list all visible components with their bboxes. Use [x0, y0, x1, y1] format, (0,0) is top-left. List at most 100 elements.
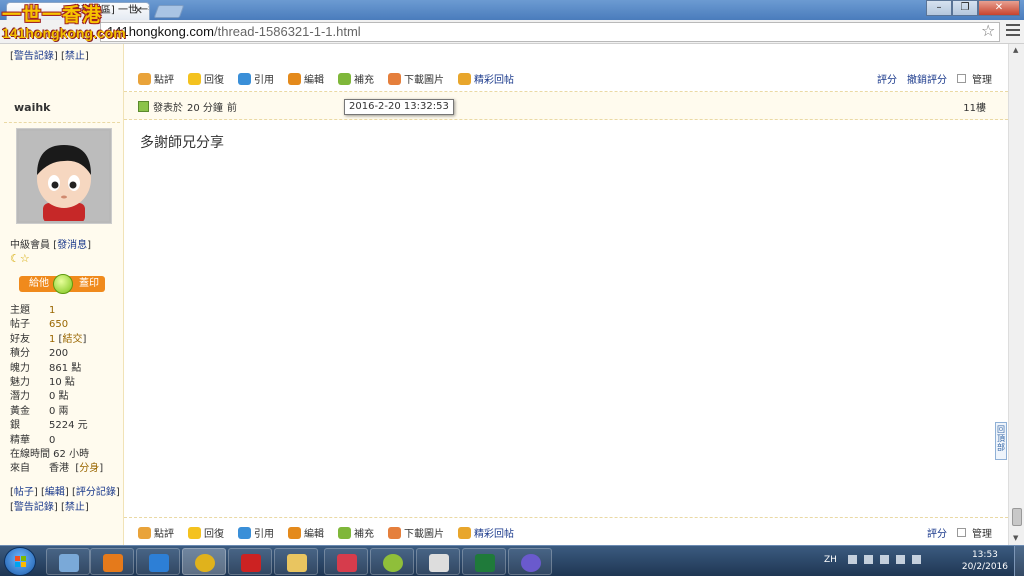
calculator-icon — [429, 554, 449, 572]
action-download-image[interactable]: 下載圖片 — [388, 525, 444, 540]
stat-value-link[interactable]: 1 — [49, 304, 55, 318]
taskbar-pulse-monitor-button[interactable] — [228, 548, 272, 575]
taskbar-calculator-button[interactable] — [416, 548, 460, 575]
close-window-button[interactable]: ✕ — [978, 0, 1020, 16]
rate-icon — [138, 526, 151, 539]
stat-value-link[interactable]: 1 — [49, 333, 55, 347]
tab-close-icon[interactable]: ✕ — [134, 3, 143, 19]
taskbar-color-wheel-button[interactable] — [370, 548, 414, 575]
posted-suffix: 前 — [226, 103, 237, 114]
new-tab-button[interactable] — [153, 5, 185, 18]
supplement-icon — [338, 526, 351, 539]
input-language[interactable]: ZH — [824, 555, 837, 565]
rate-log-link[interactable]: 評分記錄 — [76, 487, 116, 498]
taskbar-disc-player-button[interactable] — [508, 548, 552, 575]
manage-checkbox[interactable] — [957, 74, 966, 83]
minimize-button[interactable]: – — [926, 0, 952, 16]
add-friend-link[interactable]: 結交 — [62, 333, 82, 347]
site-logo[interactable]: 一世一香港 141hongkong.com — [2, 0, 126, 44]
taskbar-media-player-button[interactable] — [90, 548, 134, 575]
action-download-image[interactable]: 下載圖片 — [388, 71, 444, 86]
start-button[interactable] — [4, 547, 36, 576]
browser-menu-icon[interactable] — [1006, 24, 1020, 38]
action-highlight-reply[interactable]: 精彩回帖 — [458, 525, 514, 540]
floor-number[interactable]: 11樓 — [963, 99, 986, 114]
action-rate[interactable]: 點評 — [138, 71, 174, 86]
rate-link[interactable]: 評分 — [877, 71, 897, 86]
stat-row: 帖子 650 — [10, 318, 103, 332]
action-list: 點評 回復 引用 編輯 補充 下載圖片 精彩回帖 — [138, 71, 514, 86]
taskbar-excel-button[interactable] — [462, 548, 506, 575]
taskbar-file-explorer-button[interactable] — [274, 548, 318, 575]
stat-row: 魅力 10 點 — [10, 376, 103, 390]
stat-key: 好友 — [10, 333, 30, 345]
show-hidden-icon[interactable] — [848, 555, 857, 564]
stat-value-link[interactable]: 650 — [49, 318, 68, 332]
previous-user-links: [警告記錄] [禁止] — [10, 51, 89, 62]
file-explorer-icon — [287, 554, 307, 572]
back-to-top-button[interactable]: 回頂部 — [995, 422, 1007, 460]
action-quote[interactable]: 引用 — [238, 525, 274, 540]
scroll-down-icon[interactable]: ▼ — [1013, 534, 1018, 542]
network-icon[interactable] — [880, 555, 889, 564]
stat-value: 861 點 — [49, 362, 82, 374]
restore-button[interactable]: ❐ — [952, 0, 978, 16]
action-highlight-reply[interactable]: 精彩回帖 — [458, 71, 514, 86]
warn-log-link[interactable]: 警告記錄 — [14, 502, 54, 513]
manage-label: 管理 — [972, 529, 992, 540]
ban-link[interactable]: 禁止 — [65, 502, 85, 513]
stat-value: 0 點 — [49, 391, 69, 403]
action-quote[interactable]: 引用 — [238, 71, 274, 86]
rate-link[interactable]: 評分 — [927, 525, 947, 540]
action-supplement[interactable]: 補充 — [338, 525, 374, 540]
taskbar: ZH 13:53 20/2/2016 — [0, 545, 1024, 576]
bookmark-star-icon[interactable]: ☆ — [981, 21, 995, 40]
supplement-icon — [338, 72, 351, 85]
url-input[interactable]: 141hongkong.com/thread-1586321-1-1.html — [100, 22, 1000, 42]
stat-row: 好友 1 [結交] — [10, 333, 103, 347]
avatar[interactable] — [16, 128, 112, 224]
flag-icon[interactable] — [864, 555, 873, 564]
logo-title: 一世一香港 — [2, 5, 103, 26]
scroll-up-icon[interactable]: ▲ — [1013, 46, 1018, 54]
reply-icon — [188, 72, 201, 85]
action-edit[interactable]: 編輯 — [288, 525, 324, 540]
posts-link[interactable]: 帖子 — [14, 487, 34, 498]
taskbar-internet-explorer-button[interactable] — [136, 548, 180, 575]
user-sidebar: [警告記錄] [禁止] waihk 中級會員 [發消息] ☾☆ 給他 蓋印 主題… — [0, 44, 124, 545]
signal-icon[interactable] — [896, 555, 905, 564]
action-label: 精彩回帖 — [474, 75, 514, 86]
give-stamp-button[interactable]: 給他 蓋印 — [19, 274, 105, 294]
taskbar-slideshow-button[interactable] — [324, 548, 368, 575]
stat-key: 黃金 — [10, 405, 30, 417]
page-scrollbar[interactable]: ▲ ▼ — [1008, 44, 1024, 545]
action-label: 點評 — [154, 75, 174, 86]
highlight-reply-icon — [458, 72, 471, 85]
taskbar-notes-button[interactable] — [46, 548, 90, 575]
send-message-link[interactable]: 發消息 — [57, 240, 87, 251]
action-reply[interactable]: 回復 — [188, 71, 224, 86]
alias-link[interactable]: 分身 — [79, 462, 99, 476]
stat-key: 潛力 — [10, 391, 30, 403]
action-edit[interactable]: 編輯 — [288, 71, 324, 86]
quote-icon — [238, 526, 251, 539]
show-desktop-button[interactable] — [1014, 546, 1024, 576]
url-path: /thread-1586321-1-1.html — [213, 24, 361, 39]
edit-user-link[interactable]: 編輯 — [45, 487, 65, 498]
scroll-thumb[interactable] — [1012, 508, 1022, 526]
internet-explorer-icon — [149, 554, 169, 572]
action-rate[interactable]: 點評 — [138, 525, 174, 540]
action-supplement[interactable]: 補充 — [338, 71, 374, 86]
stat-key: 積分 — [10, 348, 30, 360]
manage-label: 管理 — [972, 75, 992, 86]
ban-link[interactable]: 禁止 — [65, 51, 85, 62]
post-author[interactable]: waihk — [14, 101, 51, 114]
taskbar-chrome-button[interactable] — [182, 548, 226, 575]
clock[interactable]: 13:53 20/2/2016 — [962, 549, 1008, 573]
warn-log-link[interactable]: 警告記錄 — [14, 51, 54, 62]
pulse-monitor-icon — [241, 554, 261, 572]
action-reply[interactable]: 回復 — [188, 525, 224, 540]
volume-muted-icon[interactable] — [912, 555, 921, 564]
cancel-rate-link[interactable]: 撤銷評分 — [907, 71, 947, 86]
manage-checkbox[interactable] — [957, 528, 966, 537]
